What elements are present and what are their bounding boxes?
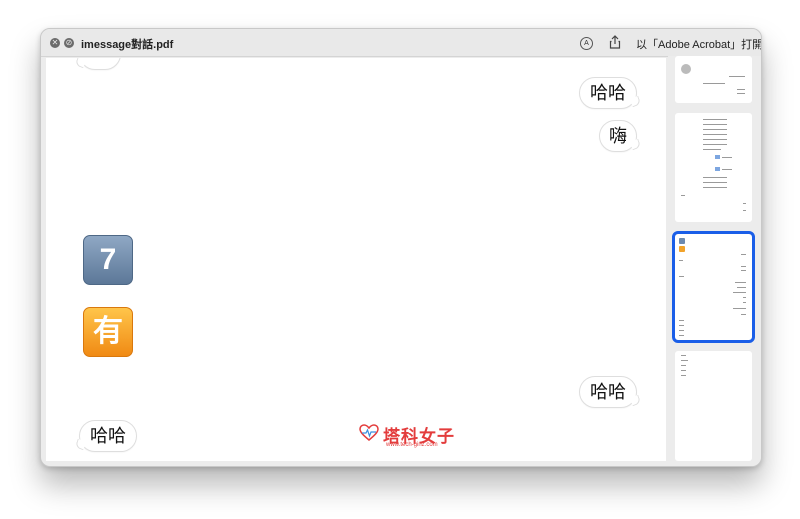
heart-rate-icon bbox=[359, 424, 379, 441]
open-with-acrobat-button[interactable]: 以「Adobe Acrobat」打開 bbox=[636, 36, 761, 52]
close-icon[interactable]: ✕ bbox=[50, 38, 60, 48]
message-bubble-right: 哈哈 bbox=[579, 77, 637, 109]
share-icon[interactable] bbox=[608, 35, 622, 49]
minimize-disabled-icon[interactable]: ⊘ bbox=[64, 38, 74, 48]
message-bubble-cut bbox=[79, 58, 121, 70]
keycap-seven-emoji: 7 bbox=[83, 235, 133, 285]
watermark-logo: 塔科女子 www.tech-girlz.com bbox=[359, 422, 459, 452]
document-page: 哈哈 嗨 7 有 哈哈 哈哈 塔科女子 www.tech-girlz.com bbox=[46, 58, 666, 461]
markup-icon[interactable]: A bbox=[580, 37, 593, 50]
thumbnail-sidebar bbox=[668, 56, 761, 466]
message-bubble-left: 哈哈 bbox=[79, 420, 137, 452]
page-thumbnail-4[interactable] bbox=[675, 351, 752, 461]
preview-window: ✕ ⊘ imessage對話.pdf A 以「Adobe Acrobat」打開 … bbox=[40, 28, 762, 467]
page-thumbnail-3-selected[interactable] bbox=[672, 231, 755, 343]
watermark-url: www.tech-girlz.com bbox=[386, 442, 438, 448]
message-bubble-right: 嗨 bbox=[599, 120, 637, 152]
message-bubble-right: 哈哈 bbox=[579, 376, 637, 408]
you-character-emoji: 有 bbox=[83, 307, 133, 357]
page-thumbnail-1[interactable] bbox=[675, 56, 752, 103]
title-bar: ✕ ⊘ imessage對話.pdf A 以「Adobe Acrobat」打開 bbox=[41, 29, 761, 57]
page-thumbnail-2[interactable] bbox=[675, 113, 752, 222]
window-title: imessage對話.pdf bbox=[81, 39, 174, 51]
